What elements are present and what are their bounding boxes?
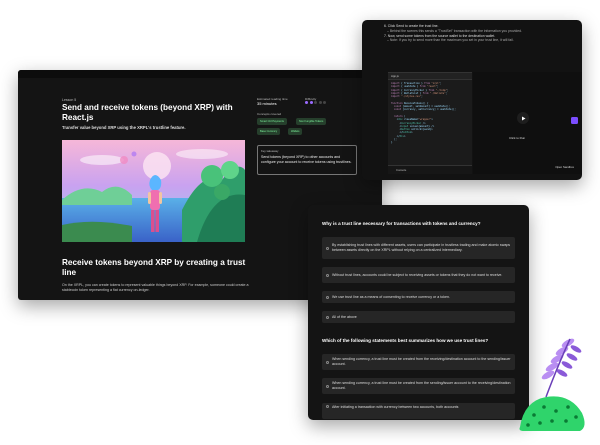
tag-1[interactable]: Non Fungible Tokens <box>296 118 327 125</box>
reading-time-value: 35 minutes <box>257 101 277 106</box>
step-note: – Note: If you try to send more than the… <box>387 38 514 43</box>
page-subtitle: Transfer value beyond XRP using the XRPL… <box>62 125 186 130</box>
code-editor[interactable]: App.js import { Transaction } from "xrpl… <box>388 72 472 174</box>
play-icon <box>521 116 525 120</box>
hero-illustration <box>62 140 245 242</box>
difficulty-dot <box>318 101 322 104</box>
code-block[interactable]: import { Transaction } from "xrpl"; impo… <box>388 80 472 147</box>
lesson-number: Lesson 5 <box>62 98 77 102</box>
section-heading: Receive tokens beyond XRP by creating a … <box>62 258 246 277</box>
console-bar[interactable]: Console <box>388 165 472 174</box>
tag-3[interactable]: Wallets <box>288 128 303 135</box>
concepts-label: Concepts covered <box>257 112 282 116</box>
play-button[interactable] <box>517 112 529 124</box>
radio-icon[interactable] <box>326 384 329 388</box>
editor-tab[interactable]: App.js <box>388 73 472 80</box>
plant-illustration <box>519 338 585 431</box>
answer-text: Without trust lines, accounts could be s… <box>332 272 503 277</box>
answer-option[interactable]: We use trust line as a means of consenti… <box>322 291 515 303</box>
takeaway-label: Key takeaway <box>261 149 279 153</box>
step-list: 6. Click Send to create the trust line. … <box>384 24 574 43</box>
top-bar <box>18 70 382 78</box>
answer-text: When sending currency, a trust line must… <box>332 381 511 390</box>
section-body: On the XRPL, you can create tokens to re… <box>62 283 249 292</box>
difficulty-dot <box>309 101 313 104</box>
answer-option[interactable]: Without trust lines, accounts could be s… <box>322 267 515 283</box>
answer-option[interactable]: By establishing trust lines with differe… <box>322 237 515 259</box>
quiz-window: Why is a trust line necessary for transa… <box>308 205 529 420</box>
radio-icon[interactable] <box>326 273 329 277</box>
radio-icon[interactable] <box>326 405 329 408</box>
tag-0[interactable]: Smart Ctrl Payments <box>257 118 287 125</box>
radio-icon[interactable] <box>326 315 329 319</box>
question-title: Why is a trust line necessary for transa… <box>322 221 481 226</box>
answer-option[interactable]: After initiating a transaction with curr… <box>322 403 515 419</box>
difficulty-dot <box>314 101 317 104</box>
open-sandbox-link[interactable]: Open Sandbox <box>555 165 574 169</box>
radio-icon[interactable] <box>326 246 329 250</box>
answer-text: We use trust line as a means of consenti… <box>332 294 450 299</box>
radio-icon[interactable] <box>326 295 329 299</box>
key-takeaway-box: Key takeaway Send tokens (beyond XRP) to… <box>257 145 357 175</box>
answer-option[interactable]: When sending currency, a trust line must… <box>322 354 515 370</box>
difficulty-dot <box>323 101 326 104</box>
answer-option[interactable]: All of the above <box>322 311 515 323</box>
difficulty-rating <box>305 101 326 104</box>
preview-pane: Click to Run Open Sandbox <box>473 72 582 174</box>
answer-text: When sending currency, a trust line must… <box>332 357 511 366</box>
click-to-run-label[interactable]: Click to Run <box>509 136 525 140</box>
tag-2[interactable]: Base Currency <box>257 128 281 135</box>
difficulty-dot <box>305 101 308 104</box>
page-title: Send and receive tokens (beyond XRP) wit… <box>62 103 233 122</box>
code-sandbox-window: 6. Click Send to create the trust line. … <box>362 20 582 180</box>
answer-text: After initiating a transaction with curr… <box>332 405 459 409</box>
question-title: Which of the following statements best s… <box>322 338 489 343</box>
answer-option[interactable]: When sending currency, a trust line must… <box>322 378 515 394</box>
radio-icon[interactable] <box>326 360 329 364</box>
sandbox-logo-icon <box>571 117 578 124</box>
answer-text: By establishing trust lines with differe… <box>332 243 511 252</box>
answer-text: All of the above <box>332 314 357 319</box>
takeaway-text: Send tokens (beyond XRP) to other accoun… <box>261 155 352 164</box>
